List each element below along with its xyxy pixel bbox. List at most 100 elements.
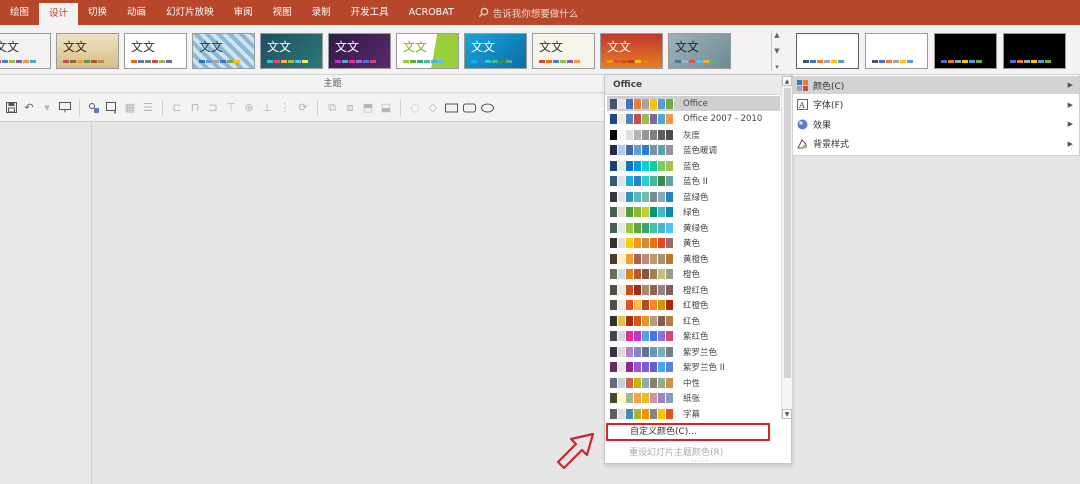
variant-menu-item[interactable]: A 字体(F) ▶ [793, 96, 1079, 114]
tell-me-box[interactable]: 告诉我你想要做什么 [464, 0, 578, 25]
theme-thumbnail[interactable]: 文文 [396, 33, 459, 69]
resize-grip-icon[interactable]: ⋰ [1068, 145, 1075, 153]
align-bottom-icon[interactable]: ⊥ [260, 101, 274, 115]
theme-thumbnail[interactable]: 文文 [328, 33, 391, 69]
start-slideshow-icon[interactable] [58, 101, 72, 115]
theme-thumbnail[interactable]: 文文 [56, 33, 119, 69]
theme-thumbnail[interactable]: 文文 [260, 33, 323, 69]
variant-thumbnail[interactable] [796, 33, 859, 69]
scroll-up-icon[interactable]: ▲ [782, 76, 792, 86]
resize-grip-icon[interactable]: ····· [691, 457, 709, 466]
variant-thumbnail[interactable] [1003, 33, 1066, 69]
align-center-icon[interactable]: ⊓ [188, 101, 202, 115]
rotate-icon[interactable]: ⟳ [296, 101, 310, 115]
color-swatch-strip [610, 269, 674, 279]
shape-fill-icon[interactable]: ◌ [408, 101, 422, 115]
ribbon-tab[interactable]: 设计 [39, 3, 79, 25]
color-scheme-item[interactable]: Office 2007 - 2010 [607, 112, 780, 127]
align-middle-icon[interactable]: ⊕ [242, 101, 256, 115]
align-right-icon[interactable]: ⊐ [206, 101, 220, 115]
color-scheme-item[interactable]: 紫红色 [607, 329, 780, 344]
group-icon[interactable]: ⧉ [325, 101, 339, 115]
color-scheme-item[interactable]: 红橙色 [607, 298, 780, 313]
rounded-rectangle-shape-icon[interactable] [462, 101, 476, 115]
theme-thumbnail[interactable]: 文文 [532, 33, 595, 69]
chevron-up-icon[interactable]: ▲ [774, 31, 779, 39]
ribbon-tab[interactable]: 视图 [263, 0, 302, 25]
color-scheme-item[interactable]: 字幕 [607, 406, 780, 421]
variant-color-strip [1010, 60, 1051, 63]
ungroup-icon[interactable]: ⧈ [343, 101, 357, 115]
scroll-down-icon[interactable]: ▼ [782, 409, 792, 419]
shape-outline-icon[interactable]: ◇ [426, 101, 440, 115]
align-left-icon[interactable]: ⊏ [170, 101, 184, 115]
send-backward-icon[interactable]: ⬓ [379, 101, 393, 115]
color-scheme-item[interactable]: 绿色 [607, 205, 780, 220]
color-scheme-item[interactable]: 蓝色 [607, 158, 780, 173]
theme-thumbnail[interactable]: 文文 [668, 33, 731, 69]
format-painter-icon[interactable] [87, 101, 101, 115]
ribbon-tab[interactable]: 幻灯片放映 [156, 0, 224, 25]
ribbon-tab[interactable]: 审阅 [224, 0, 263, 25]
layout-icon[interactable]: ▦ [123, 101, 137, 115]
oval-shape-icon[interactable] [480, 101, 494, 115]
undo-icon[interactable]: ↶ [22, 101, 36, 115]
color-scheme-item[interactable]: 红色 [607, 313, 780, 328]
colors-dropdown: Office Office Office 2007 - 2010 灰度 蓝色暖调 蓝色蓝… [604, 74, 792, 466]
variant-menu-item[interactable]: 背景样式 ▶ [793, 135, 1079, 153]
variant-menu-label: 背景样式 [813, 140, 850, 150]
variant-menu-item[interactable]: 效果 ▶ [793, 115, 1079, 133]
chevron-down-icon[interactable]: ▼ [774, 47, 779, 55]
theme-thumbnail[interactable]: 文文 [600, 33, 663, 69]
scrollbar-thumb[interactable] [784, 88, 791, 378]
ribbon-tab[interactable]: ACROBAT [399, 0, 464, 25]
color-scheme-item[interactable]: 黄橙色 [607, 251, 780, 266]
variant-thumbnail[interactable] [934, 33, 997, 69]
theme-color-strip [0, 60, 36, 63]
bring-forward-icon[interactable]: ⬒ [361, 101, 375, 115]
theme-color-strip [267, 60, 308, 63]
color-scheme-item[interactable]: 纸张 [607, 391, 780, 406]
slide-thumbnail-pane[interactable] [0, 123, 92, 484]
color-scheme-item[interactable]: 蓝色暖调 [607, 143, 780, 158]
colors-dropdown-scrollbar[interactable]: ▲ ▼ [781, 76, 792, 419]
variant-thumbnail[interactable] [865, 33, 928, 69]
color-scheme-name: 蓝绿色 [683, 192, 709, 203]
slide-canvas[interactable] [93, 123, 605, 484]
theme-gallery-scroll[interactable]: ▲ ▼ ▾ [771, 31, 782, 71]
color-scheme-item[interactable]: 黄色 [607, 236, 780, 251]
dropdown-arrow-icon[interactable]: ▾ [40, 101, 54, 115]
new-slide-icon[interactable] [105, 101, 119, 115]
theme-thumbnail[interactable]: 文文 [0, 33, 51, 69]
custom-colors-item[interactable]: 自定义颜色(C)... [606, 423, 770, 441]
color-scheme-item[interactable]: 灰度 [607, 127, 780, 142]
color-scheme-item[interactable]: 紫罗兰色 II [607, 360, 780, 375]
color-scheme-item[interactable]: 蓝绿色 [607, 189, 780, 204]
color-scheme-item[interactable]: 橙红色 [607, 282, 780, 297]
ribbon-tab[interactable]: 录制 [302, 0, 341, 25]
theme-thumbnail[interactable]: 文文 [464, 33, 527, 69]
color-scheme-item[interactable]: 紫罗兰色 [607, 344, 780, 359]
theme-thumbnail[interactable]: 文文 [192, 33, 255, 69]
color-scheme-item[interactable]: Office [607, 96, 780, 111]
color-scheme-name: 中性 [683, 378, 701, 389]
color-scheme-item[interactable]: 橙色 [607, 267, 780, 282]
themes-group-label-row: 主题 [0, 75, 605, 93]
ribbon-tab[interactable]: 绘图 [0, 0, 39, 25]
line-spacing-icon[interactable]: ☰ [141, 101, 155, 115]
color-scheme-item[interactable]: 蓝色 II [607, 174, 780, 189]
variant-menu-label: 效果 [813, 120, 832, 131]
color-scheme-item[interactable]: 黄绿色 [607, 220, 780, 235]
save-icon[interactable] [4, 101, 18, 115]
theme-thumbnail[interactable]: 文文 [124, 33, 187, 69]
reset-theme-colors-item[interactable]: 重设幻灯片主题颜色(R) [629, 445, 723, 458]
gallery-more-icon[interactable]: ▾ [775, 63, 779, 71]
variant-menu-item[interactable]: 颜色(C) ▶ [793, 76, 1079, 94]
color-scheme-item[interactable]: 中性 [607, 375, 780, 390]
ribbon-tab[interactable]: 切换 [78, 0, 117, 25]
ribbon-tab[interactable]: 开发工具 [341, 0, 399, 25]
rectangle-shape-icon[interactable] [444, 101, 458, 115]
ribbon-tab[interactable]: 动画 [117, 0, 156, 25]
align-top-icon[interactable]: ⊤ [224, 101, 238, 115]
distribute-icon[interactable]: ⋮ [278, 101, 292, 115]
